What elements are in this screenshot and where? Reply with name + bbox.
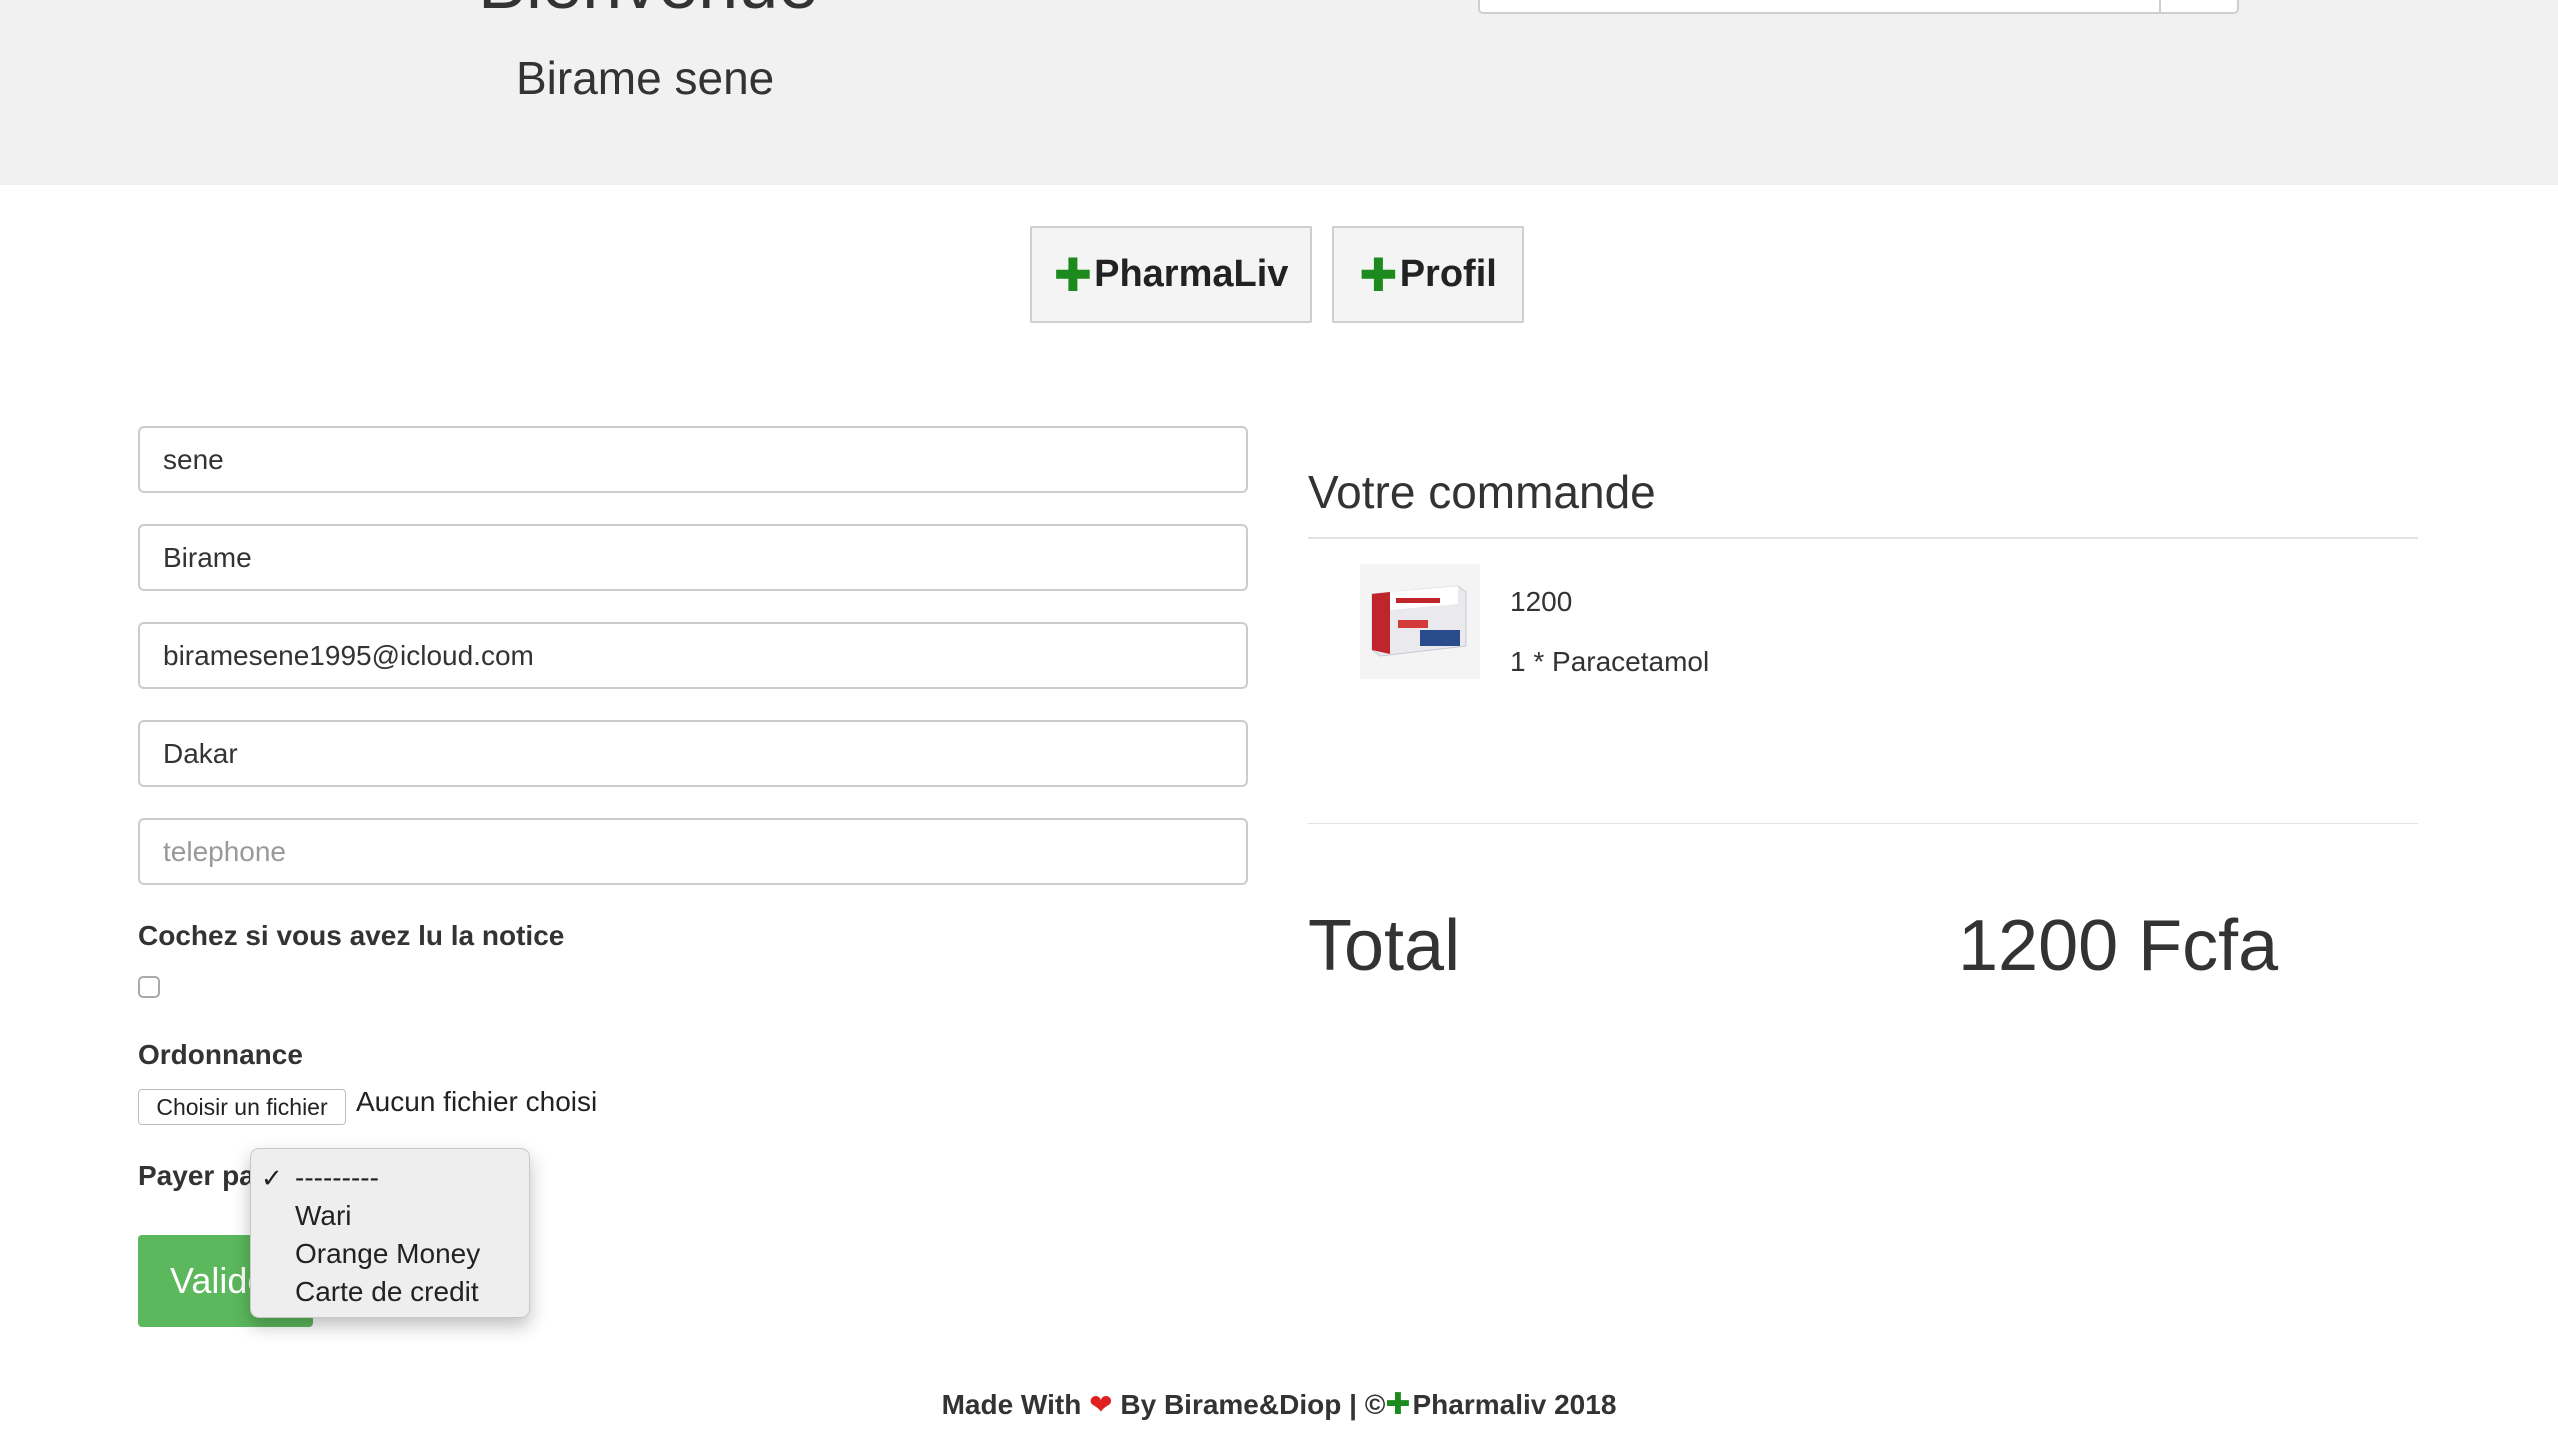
nom-field[interactable]: sene — [138, 426, 1248, 493]
profil-button[interactable]: ✚ Profil — [1332, 226, 1524, 323]
item-price: 1200 — [1510, 586, 1573, 617]
checkmark-icon: ✓ — [261, 1163, 283, 1193]
pharmaliv-button-label: PharmaLiv — [1094, 253, 1289, 295]
plus-icon: ✚ — [1359, 248, 1398, 301]
footer: Made With ❤ By Birame&Diop | ©✚Pharmaliv… — [941, 1388, 1617, 1421]
item-line: 1 * Paracetamol — [1510, 646, 1710, 677]
payment-option[interactable]: Orange Money — [251, 1235, 529, 1273]
welcome-title: Bienvenue — [478, 0, 818, 20]
search-input[interactable] — [1478, 0, 2239, 14]
notice-checkbox[interactable] — [138, 976, 160, 998]
footer-brand: Pharmaliv 2018 — [1412, 1389, 1617, 1420]
user-name: Birame sene — [516, 52, 775, 104]
payment-option[interactable]: ✓ --------- — [251, 1159, 529, 1197]
payment-select-dropdown[interactable]: ✓ --------- Wari Orange Money Carte de c… — [250, 1148, 530, 1318]
email-field[interactable]: biramesene1995@icloud.com — [138, 622, 1248, 689]
total-label: Total — [1308, 906, 1461, 986]
order-title: Votre commande — [1308, 466, 1656, 518]
pharmaliv-button[interactable]: ✚ PharmaLiv — [1030, 226, 1312, 323]
ville-field[interactable]: Dakar — [138, 720, 1248, 787]
choose-file-button[interactable]: Choisir un fichier — [138, 1089, 346, 1125]
file-status: Aucun fichier choisi — [356, 1086, 598, 1117]
payment-option[interactable]: Carte de credit — [251, 1273, 529, 1311]
footer-authors: Birame&Diop — [1163, 1389, 1342, 1420]
prenom-field[interactable]: Birame — [138, 524, 1248, 591]
divider — [1308, 537, 2418, 539]
search-button[interactable] — [2159, 0, 2237, 12]
payment-option[interactable]: Wari — [251, 1197, 529, 1235]
divider — [1308, 823, 2418, 824]
total-value: 1200 Fcfa — [1958, 906, 2279, 986]
ordonnance-label: Ordonnance — [138, 1039, 303, 1070]
plus-icon: ✚ — [1385, 1388, 1411, 1421]
product-image — [1360, 564, 1480, 679]
profil-button-label: Profil — [1399, 253, 1497, 295]
payer-label: Payer par — [138, 1160, 266, 1191]
heart-icon: ❤ — [1089, 1389, 1113, 1420]
plus-icon: ✚ — [1053, 248, 1093, 301]
header-band — [0, 0, 2558, 185]
notice-label: Cochez si vous avez lu la notice — [138, 920, 565, 951]
telephone-field[interactable]: telephone — [138, 818, 1248, 885]
